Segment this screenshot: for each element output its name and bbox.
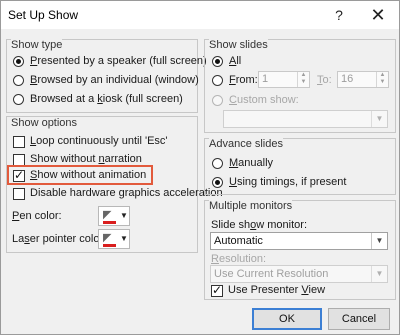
show-slides-label: Show slides — [209, 39, 268, 51]
use-presenter-view-checkbox[interactable] — [211, 283, 223, 297]
chevron-down-icon: ▼ — [371, 266, 387, 282]
manually-label[interactable]: Manually — [229, 157, 273, 169]
slide-show-monitor-value: Automatic — [214, 235, 263, 247]
laser-pointer-color-picker[interactable]: ◤ ▼ — [98, 229, 130, 249]
chevron-down-icon: ▼ — [120, 234, 128, 243]
slide-show-monitor-label: Slide show monitor: — [211, 219, 308, 231]
multiple-monitors-label: Multiple monitors — [209, 200, 293, 212]
from-slide-spinner[interactable]: 1 ▲ ▼ — [258, 71, 310, 88]
slide-show-monitor-select[interactable]: Automatic ▼ — [210, 232, 388, 250]
to-slide-spinner[interactable]: 16 ▲ ▼ — [337, 71, 389, 88]
presented-by-speaker-label[interactable]: Presented by a speaker (full screen) — [30, 55, 207, 67]
chevron-down-icon: ▼ — [120, 211, 128, 220]
show-options-label: Show options — [11, 117, 78, 129]
using-timings-label[interactable]: Using timings, if present — [229, 176, 346, 188]
all-slides-label[interactable]: All — [229, 55, 241, 67]
disable-hw-acceleration-checkbox[interactable] — [13, 188, 25, 200]
set-up-show-dialog: Set Up Show ? ✕ Show type Presented by a… — [0, 0, 400, 335]
loop-continuously-checkbox[interactable] — [13, 136, 25, 148]
title-bar: Set Up Show ? ✕ — [1, 1, 399, 29]
spinner-arrows-icon[interactable]: ▲ ▼ — [376, 72, 388, 87]
resolution-select[interactable]: Use Current Resolution ▼ — [210, 265, 388, 283]
custom-show-radio[interactable] — [212, 95, 223, 106]
annotation-highlight-box — [7, 165, 153, 185]
browsed-by-individual-radio[interactable] — [13, 75, 24, 86]
disable-hw-acceleration-label[interactable]: Disable hardware graphics acceleration — [30, 187, 223, 199]
pen-color-label: Pen color: — [12, 210, 62, 222]
use-presenter-view-label[interactable]: Use Presenter View — [228, 284, 325, 296]
ok-button[interactable]: OK — [252, 308, 322, 330]
laser-pointer-color-label: Laser pointer color: — [12, 233, 107, 245]
to-label: To: — [317, 74, 332, 86]
to-slide-value: 16 — [341, 73, 354, 85]
spinner-arrows-icon[interactable]: ▲ ▼ — [297, 72, 309, 87]
chevron-down-icon: ▼ — [371, 111, 387, 127]
pen-color-swatch — [103, 221, 116, 224]
paint-bucket-icon: ◤ — [103, 232, 112, 244]
all-slides-radio[interactable] — [212, 56, 223, 67]
browsed-by-individual-label[interactable]: Browsed by an individual (window) — [30, 74, 199, 86]
laser-color-swatch — [103, 244, 116, 247]
advance-slides-label: Advance slides — [209, 138, 283, 150]
dialog-title: Set Up Show — [8, 8, 79, 22]
from-slide-value: 1 — [262, 73, 269, 85]
browsed-at-kiosk-radio[interactable] — [13, 94, 24, 105]
resolution-value: Use Current Resolution — [214, 268, 329, 280]
cancel-button[interactable]: Cancel — [328, 308, 390, 330]
help-button[interactable]: ? — [328, 4, 350, 26]
browsed-at-kiosk-label[interactable]: Browsed at a kiosk (full screen) — [30, 93, 183, 105]
from-label[interactable]: From: — [229, 74, 258, 86]
from-slides-radio[interactable] — [212, 75, 223, 86]
presented-by-speaker-radio[interactable] — [13, 56, 24, 67]
paint-bucket-icon: ◤ — [103, 209, 112, 221]
loop-continuously-label[interactable]: Loop continuously until 'Esc' — [30, 135, 168, 147]
pen-color-picker[interactable]: ◤ ▼ — [98, 206, 130, 226]
chevron-down-icon: ▼ — [371, 233, 387, 249]
close-button[interactable]: ✕ — [367, 4, 389, 26]
show-without-narration-label[interactable]: Show without narration — [30, 153, 142, 165]
using-timings-radio[interactable] — [212, 177, 223, 188]
resolution-label: Resolution: — [211, 253, 267, 265]
custom-show-label: Custom show: — [229, 94, 299, 106]
custom-show-select[interactable]: ▼ — [223, 110, 388, 128]
show-type-label: Show type — [11, 39, 63, 51]
manually-radio[interactable] — [212, 158, 223, 169]
